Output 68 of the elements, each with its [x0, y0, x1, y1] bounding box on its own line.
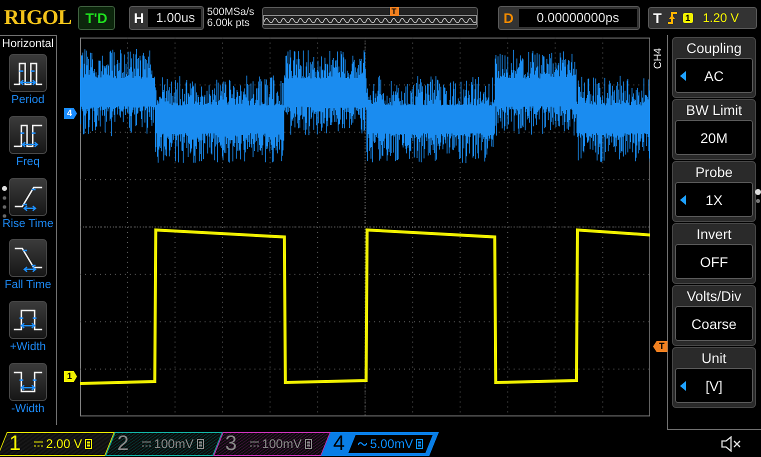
menu-item-label: Unit [702, 350, 726, 366]
selector-arrow-icon [680, 195, 686, 205]
trigger-label: T [653, 10, 662, 26]
menu-value-button[interactable]: Coarse [675, 306, 753, 341]
trigger-position-marker: T [390, 6, 398, 16]
panel-title: Horizontal [2, 38, 54, 50]
menu-value-button[interactable]: AC [675, 58, 753, 93]
rising-edge-icon [666, 10, 678, 24]
delay-display[interactable]: D 0.00000000ps [498, 6, 640, 30]
menu-value-button[interactable]: [V] [675, 368, 753, 403]
timebase-label: H [132, 10, 145, 26]
dc-coupling-icon [250, 440, 259, 446]
bandwidth-icon [304, 438, 312, 448]
run-status: T'D [78, 6, 115, 30]
measure-label: Fall Time [4, 279, 52, 292]
measure-label: -Width [11, 403, 45, 416]
trigger-level: 1.20 V [702, 10, 739, 24]
selector-arrow-icon [680, 381, 686, 391]
dc-coupling-icon [34, 440, 43, 446]
measure-label: Period [11, 94, 45, 106]
menu-value-button[interactable]: OFF [675, 244, 753, 279]
mute-icon[interactable] [721, 436, 743, 452]
trigger-source: 1 [682, 12, 693, 22]
channel-scale: 5.00mV [370, 436, 414, 450]
measure-button[interactable] [8, 116, 47, 154]
memory-depth: 6.00k pts [207, 18, 251, 28]
channel-number: 2 [116, 432, 130, 456]
measure-button[interactable] [8, 178, 47, 216]
timebase-value: 1.00us [148, 8, 201, 26]
dc-coupling-icon [142, 440, 151, 446]
measure-label: +Width [10, 341, 46, 354]
page-indicator [755, 189, 761, 205]
channel-number: 1 [8, 432, 22, 456]
measure-button[interactable] [8, 301, 47, 340]
ac-coupling-icon [358, 440, 367, 446]
channel-number: 4 [332, 432, 346, 456]
channel-scale: 2.00 V [46, 436, 82, 450]
delay-value: 0.00000000ps [518, 8, 638, 26]
selector-arrow-icon [680, 71, 686, 81]
page-indicator [2, 186, 7, 220]
channel-marker: 1 [64, 371, 78, 382]
menu-tab[interactable]: CH4 [652, 41, 665, 75]
menu-item-label: Volts/Div [686, 288, 742, 304]
measure-label: Freq [16, 156, 40, 168]
menu-item-label: Invert [696, 226, 732, 242]
logo: RIGOL [4, 5, 72, 30]
measure-button[interactable] [8, 363, 47, 402]
menu-item-label: Coupling [686, 40, 742, 56]
channel-marker: 4 [64, 108, 78, 119]
channel-scale: 100mV [154, 436, 194, 450]
waveform-overview-icon [262, 14, 476, 24]
timebase-display[interactable]: H 1.00us [128, 6, 204, 30]
menu-value-button[interactable]: 20M [675, 120, 753, 155]
trigger-level-marker: T [653, 341, 668, 352]
menu-item-label: BW Limit [686, 102, 742, 118]
channel-number: 3 [224, 432, 238, 456]
measure-button[interactable] [8, 54, 47, 92]
menu-item-label: Probe [695, 164, 733, 180]
delay-label: D [502, 10, 515, 26]
channel-scale: 100mV [262, 436, 302, 450]
measure-button[interactable] [8, 239, 47, 278]
bandwidth-icon [196, 438, 204, 448]
bandwidth-icon [85, 438, 92, 448]
bandwidth-icon [416, 438, 424, 448]
measure-label: Rise Time [2, 218, 54, 230]
menu-value-button[interactable]: 1X [675, 182, 753, 217]
sample-rate: 500MSa/s [207, 6, 256, 18]
trigger-display[interactable]: T 1 1.20 V [648, 6, 757, 28]
